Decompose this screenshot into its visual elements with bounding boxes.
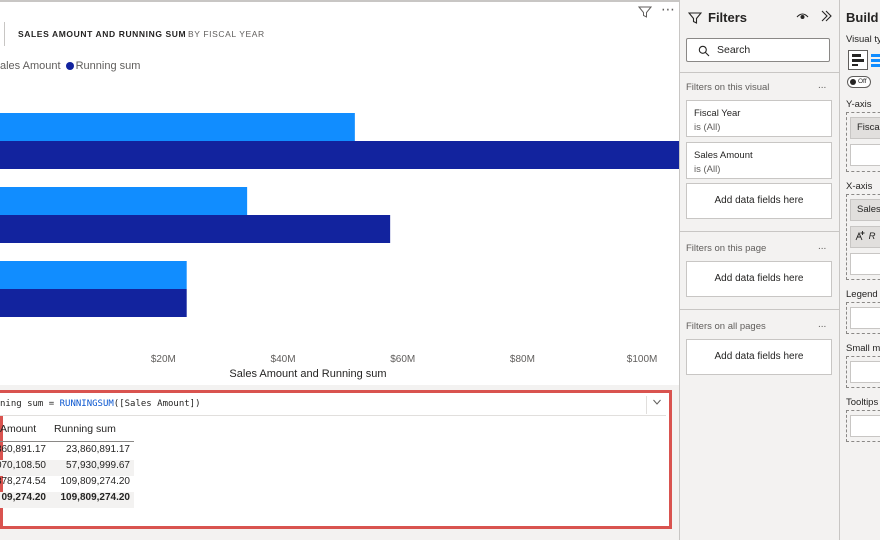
- table-total-cell: 109,809,274.20: [60, 492, 130, 503]
- more-options-icon[interactable]: ⋯: [661, 1, 675, 18]
- filters-all-pages-section-label: Filters on all pages: [686, 321, 766, 332]
- double-chevron-right-icon[interactable]: [820, 9, 833, 26]
- table-total-cell: 09,274.20: [1, 492, 47, 503]
- x-axis-field-sales[interactable]: Sales: [850, 199, 880, 221]
- filters-title: Filters: [708, 10, 748, 25]
- y-axis-label: Y-axis: [846, 99, 872, 110]
- table-row: 878,274.54 109,809,274.20: [0, 476, 134, 492]
- filters-divider: [679, 72, 839, 73]
- table-row: 860,891.17 23,860,891.17: [0, 444, 134, 460]
- legend-label: Legend: [846, 289, 878, 300]
- column-header-amount[interactable]: Amount: [0, 423, 36, 435]
- filters-divider: [679, 231, 839, 232]
- build-title: Build: [846, 10, 879, 25]
- bar-sales-amount[interactable]: [0, 113, 355, 141]
- x-axis-add-field[interactable]: [850, 253, 880, 275]
- bar-chart: $20M $40M $60M $80M $100M Sales Amount and Ru…: [0, 113, 679, 380]
- table-cell: 57,930,999.67: [66, 460, 130, 471]
- visual-subtitle: BY FISCAL YEAR: [188, 29, 265, 39]
- filter-card-fiscal-year[interactable]: Fiscal Year is (All): [686, 100, 832, 137]
- chevron-down-icon[interactable]: [646, 396, 667, 414]
- x-axis-label: X-axis: [846, 181, 873, 192]
- tooltips-add-field[interactable]: [850, 415, 880, 437]
- formula-text[interactable]: ning sum = RUNNINGSUM([Sales Amount]): [0, 399, 201, 409]
- eye-icon[interactable]: [796, 10, 809, 26]
- x-axis-field-running-sum-label: R: [868, 231, 876, 242]
- bar-running-sum[interactable]: [0, 215, 391, 243]
- legend-label-sales-amount: ales Amount: [0, 60, 61, 72]
- visual-header-divider: [4, 22, 5, 46]
- x-axis-title: Sales Amount and Running sum: [229, 368, 386, 380]
- bar-chart-visual-icon[interactable]: [848, 50, 868, 70]
- column-header-running-sum[interactable]: Running sum: [54, 423, 116, 435]
- x-axis-field-running-sum[interactable]: R: [850, 226, 880, 248]
- add-data-fields-all-pages[interactable]: Add data fields here: [686, 339, 832, 375]
- filter-card-value: is (All): [694, 164, 721, 175]
- filter-card-value: is (All): [694, 122, 721, 133]
- add-data-fields-visual[interactable]: Add data fields here: [686, 183, 832, 219]
- canvas-top-border: [0, 0, 679, 2]
- legend-add-field[interactable]: [850, 307, 880, 329]
- more-options-icon[interactable]: ...: [818, 241, 826, 252]
- toggle-label: Off: [858, 78, 867, 85]
- filter-card-sales-amount[interactable]: Sales Amount is (All): [686, 142, 832, 179]
- y-axis-field[interactable]: Fiscal: [850, 117, 880, 139]
- legend-label-running-sum: Running sum: [75, 60, 141, 72]
- filter-pane-icon: [687, 11, 703, 28]
- visual-type-label: Visual ty: [846, 34, 880, 45]
- filter-card-name: Sales Amount: [694, 150, 753, 161]
- add-data-fields-page[interactable]: Add data fields here: [686, 261, 832, 297]
- filter-icon[interactable]: [637, 5, 653, 22]
- more-options-icon[interactable]: ...: [818, 319, 826, 330]
- legend-item-sales-amount[interactable]: ales Amount: [0, 60, 64, 72]
- toggle-switch[interactable]: Off: [847, 76, 871, 88]
- formula-prefix: ning sum =: [0, 399, 60, 409]
- more-options-icon[interactable]: ...: [818, 80, 826, 91]
- results-table: Amount Running sum 860,891.17 23,860,891…: [0, 420, 140, 520]
- bar-sales-amount[interactable]: [0, 187, 248, 215]
- filter-card-name: Fiscal Year: [694, 108, 741, 119]
- search-icon: [698, 44, 710, 62]
- filters-visual-section-label: Filters on this visual: [686, 82, 770, 93]
- table-cell: 109,809,274.20: [60, 476, 130, 487]
- bar-running-sum[interactable]: [0, 289, 187, 317]
- chart-legend: ales Amount Running sum: [0, 60, 140, 72]
- x-tick-label: $20M: [151, 354, 176, 365]
- x-tick-label: $40M: [271, 354, 296, 365]
- x-tick-label: $100M: [627, 354, 658, 365]
- small-multiples-add-field[interactable]: [850, 361, 880, 383]
- table-cell: 23,860,891.17: [66, 444, 130, 455]
- bar-sales-amount[interactable]: [0, 261, 187, 289]
- visual-title: SALES AMOUNT AND RUNNING SUM: [18, 29, 187, 39]
- legend-item-running-sum[interactable]: Running sum: [64, 60, 141, 72]
- header-underline: [0, 441, 134, 442]
- search-placeholder: Search: [717, 44, 751, 56]
- bar-running-sum[interactable]: [0, 141, 679, 169]
- table-cell: 860,891.17: [0, 444, 46, 455]
- table-row: 070,108.50 57,930,999.67: [0, 460, 134, 476]
- y-axis-add-field[interactable]: [850, 144, 880, 166]
- filters-divider: [679, 309, 839, 310]
- stacked-bar-visual-icon[interactable]: [870, 52, 880, 73]
- x-tick-label: $60M: [390, 354, 415, 365]
- calculation-icon: [855, 231, 865, 241]
- legend-dot-running-sum: [65, 62, 74, 70]
- table-total-row: 09,274.20 109,809,274.20: [0, 492, 134, 508]
- table-cell: 070,108.50: [0, 460, 46, 471]
- x-tick-label: $80M: [510, 354, 535, 365]
- toggle-knob: [850, 79, 856, 85]
- small-multiples-label: Small m: [846, 343, 880, 354]
- formula-args: ([Sales Amount]): [113, 399, 201, 409]
- table-cell: 878,274.54: [0, 476, 46, 487]
- formula-function: RUNNINGSUM: [59, 399, 114, 409]
- tooltips-label: Tooltips: [846, 397, 879, 408]
- filters-page-section-label: Filters on this page: [686, 243, 767, 254]
